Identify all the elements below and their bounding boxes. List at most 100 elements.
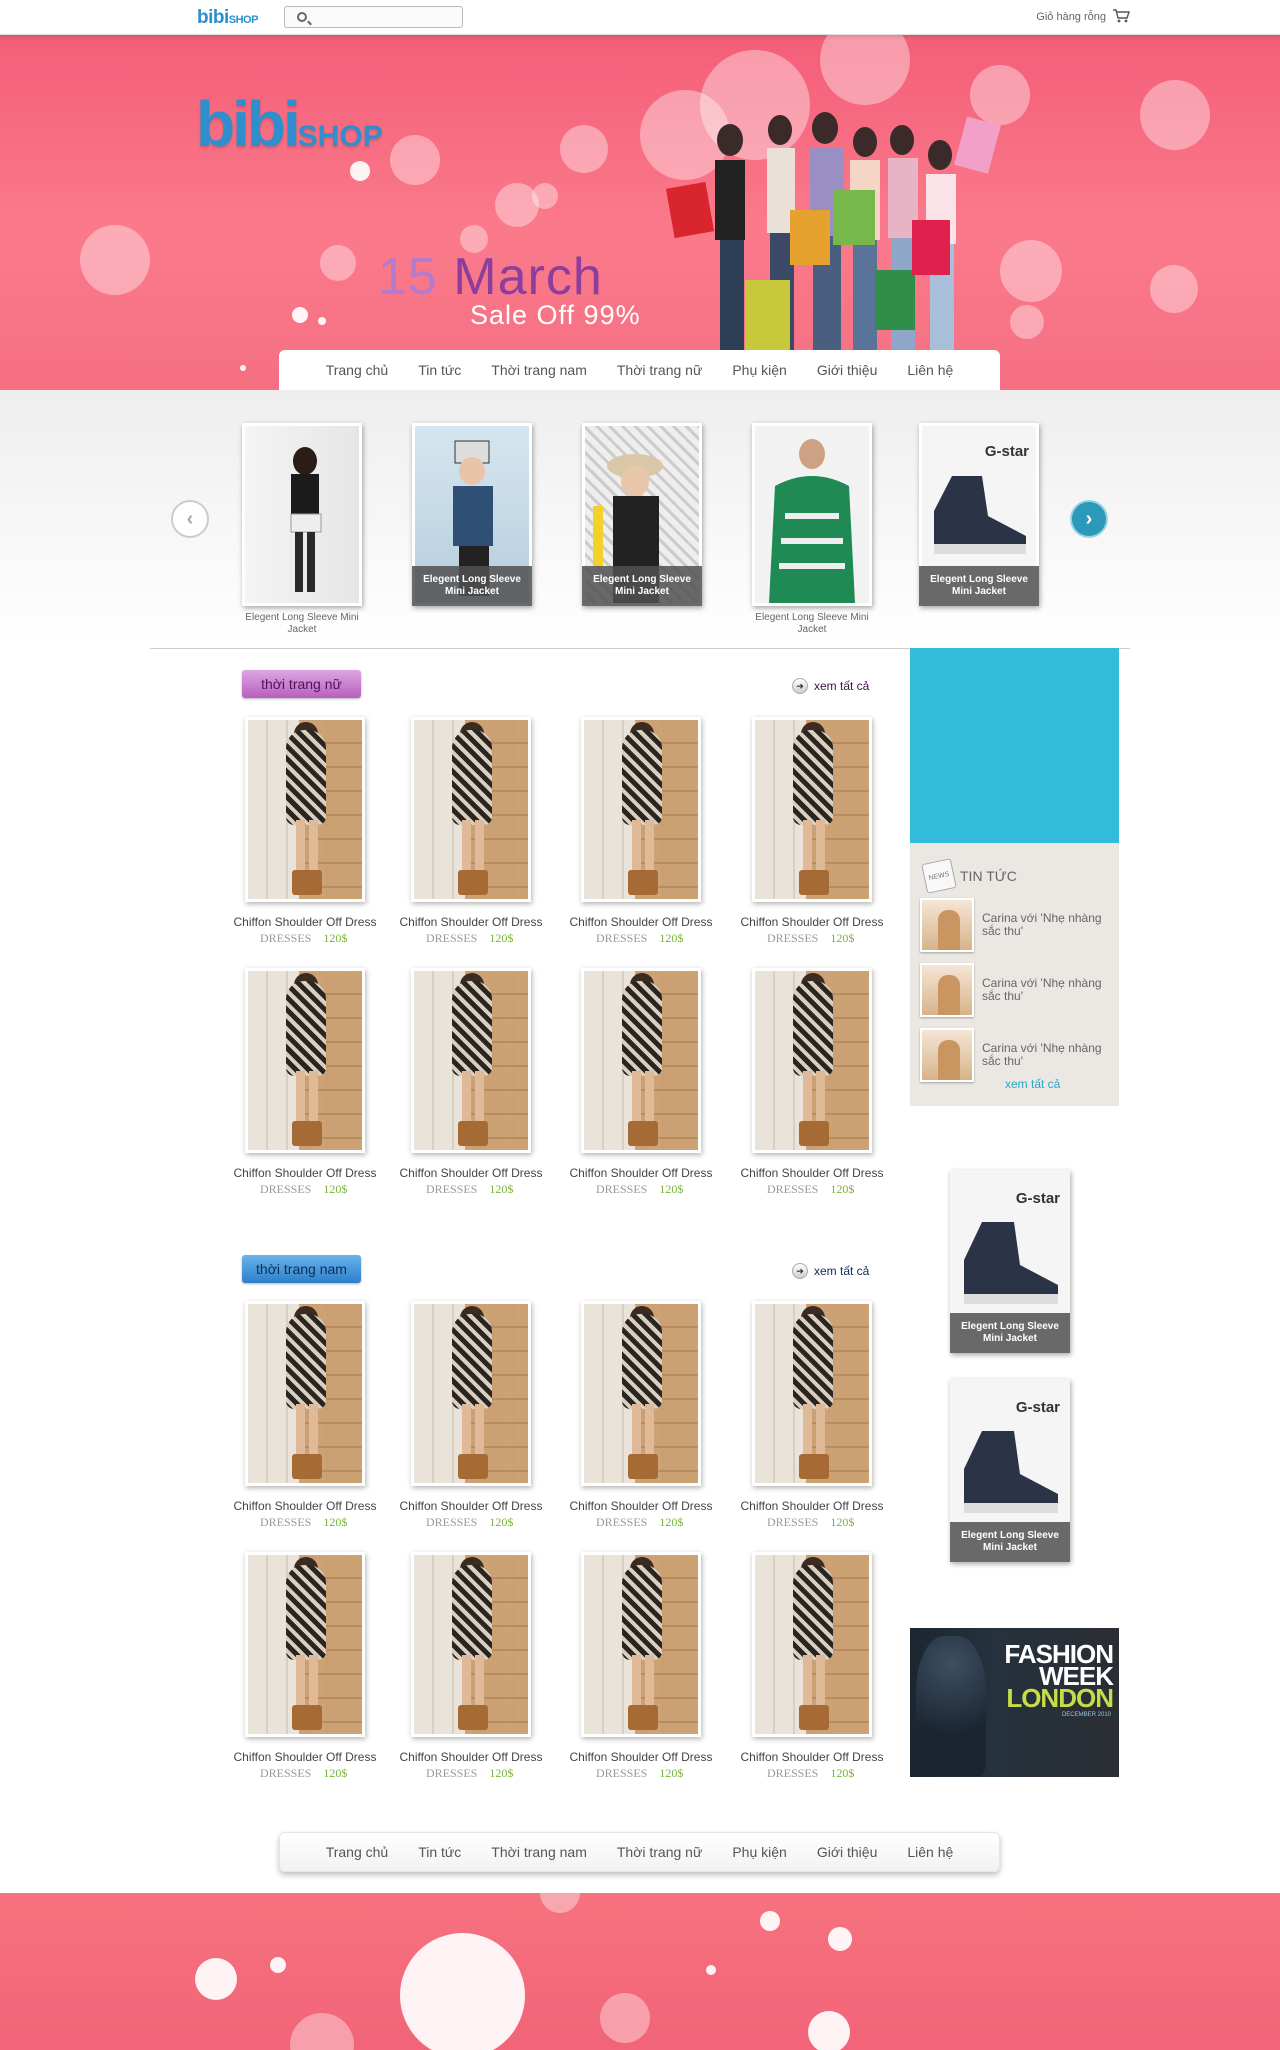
product-title[interactable]: Chiffon Shoulder Off Dress: [220, 915, 390, 929]
product-title[interactable]: Chiffon Shoulder Off Dress: [386, 1166, 556, 1180]
product-image[interactable]: [411, 968, 531, 1153]
sidebar-product[interactable]: G-star Elegent Long Sleeve Mini Jacket: [950, 1379, 1070, 1562]
nav-item-news[interactable]: Tin tức: [403, 362, 476, 378]
carousel-slide-caption: Elegent Long Sleeve Mini Jacket: [755, 612, 869, 635]
product-title[interactable]: Chiffon Shoulder Off Dress: [556, 1166, 726, 1180]
product-title[interactable]: Chiffon Shoulder Off Dress: [220, 1166, 390, 1180]
product-title[interactable]: Chiffon Shoulder Off Dress: [386, 1750, 556, 1764]
nav-item-accessories[interactable]: Phụ kiện: [717, 1844, 801, 1860]
product-image[interactable]: [245, 968, 365, 1153]
carousel-slide[interactable]: [752, 423, 872, 606]
model-photo: [916, 1636, 986, 1776]
news-item[interactable]: Carina với 'Nhẹ nhàng sắc thu': [920, 1028, 1107, 1082]
product-title[interactable]: Chiffon Shoulder Off Dress: [220, 1750, 390, 1764]
carousel-prev-button[interactable]: ‹: [171, 500, 209, 538]
women-section-title[interactable]: thời trang nữ: [242, 670, 361, 698]
top-bar: bibiSHOP Giỏ hàng rỗng: [0, 0, 1280, 35]
header-logo[interactable]: bibiSHOP: [197, 7, 258, 29]
product-image[interactable]: [581, 1552, 701, 1737]
product-image[interactable]: [411, 717, 531, 902]
men-section-title[interactable]: thời trang nam: [242, 1255, 361, 1283]
nav-item-women[interactable]: Thời trang nữ: [602, 362, 717, 378]
nav-item-men[interactable]: Thời trang nam: [476, 1844, 602, 1860]
product-price: 120$: [830, 1515, 855, 1529]
product-category: DRESSES: [767, 1182, 819, 1196]
product-price: 120$: [830, 1766, 855, 1780]
product-title[interactable]: Chiffon Shoulder Off Dress: [727, 1750, 897, 1764]
nav-item-men[interactable]: Thời trang nam: [476, 362, 602, 378]
sidebar-product[interactable]: G-star Elegent Long Sleeve Mini Jacket: [950, 1170, 1070, 1353]
product-carousel: ‹ › Elegent Long Sleeve Mini Jacket Eleg…: [0, 390, 1280, 648]
nav-item-about[interactable]: Giới thiệu: [802, 362, 893, 378]
product-price: 120$: [323, 931, 348, 945]
nav-item-about[interactable]: Giới thiệu: [802, 1844, 893, 1860]
news-heading: NEWS TIN TỨC: [921, 858, 1017, 894]
search-input[interactable]: [284, 6, 463, 28]
chevron-left-icon: ‹: [186, 507, 194, 530]
product-image[interactable]: [752, 1552, 872, 1737]
news-panel-edge: [910, 1100, 1119, 1110]
nav-item-home[interactable]: Trang chủ: [311, 362, 404, 378]
promo-month: March: [453, 248, 603, 306]
product-title[interactable]: Chiffon Shoulder Off Dress: [386, 1499, 556, 1513]
product-title[interactable]: Chiffon Shoulder Off Dress: [556, 915, 726, 929]
nav-item-news[interactable]: Tin tức: [403, 1844, 476, 1860]
product-image[interactable]: [752, 1301, 872, 1486]
product-title[interactable]: Chiffon Shoulder Off Dress: [556, 1750, 726, 1764]
product-price: 120$: [489, 1515, 514, 1529]
product-price: 120$: [659, 1182, 684, 1196]
product-title[interactable]: Chiffon Shoulder Off Dress: [727, 1166, 897, 1180]
product-meta: DRESSES 120$: [596, 1515, 746, 1530]
news-item[interactable]: Carina với 'Nhẹ nhàng sắc thu': [920, 963, 1107, 1017]
product-price: 120$: [489, 1766, 514, 1780]
hero-logo: bibiSHOP: [196, 87, 383, 161]
carousel-slide[interactable]: Elegent Long Sleeve Mini Jacket: [412, 423, 532, 606]
product-image[interactable]: [245, 717, 365, 902]
men-see-all-link[interactable]: ➜ xem tất cả: [792, 1263, 869, 1279]
nav-item-contact[interactable]: Liên hệ: [892, 362, 968, 378]
product-image[interactable]: [752, 968, 872, 1153]
search-icon: [297, 12, 307, 22]
product-meta: DRESSES 120$: [767, 1182, 917, 1197]
product-category: DRESSES: [260, 1182, 312, 1196]
product-price: 120$: [659, 1766, 684, 1780]
carousel-slide[interactable]: [242, 423, 362, 606]
nav-item-home[interactable]: Trang chủ: [311, 1844, 404, 1860]
product-title[interactable]: Chiffon Shoulder Off Dress: [220, 1499, 390, 1513]
carousel-slide-overlay-caption: Elegent Long Sleeve Mini Jacket: [582, 566, 702, 606]
product-image[interactable]: [245, 1552, 365, 1737]
news-item[interactable]: Carina với 'Nhẹ nhàng sắc thu': [920, 898, 1107, 952]
product-title[interactable]: Chiffon Shoulder Off Dress: [556, 1499, 726, 1513]
ad-line-3: LONDON: [1006, 1683, 1114, 1713]
carousel-slide[interactable]: G-star Elegent Long Sleeve Mini Jacket: [919, 423, 1039, 606]
nav-item-women[interactable]: Thời trang nữ: [602, 1844, 717, 1860]
product-category: DRESSES: [426, 1182, 478, 1196]
product-image[interactable]: [411, 1301, 531, 1486]
product-price: 120$: [323, 1766, 348, 1780]
nav-item-accessories[interactable]: Phụ kiện: [717, 362, 801, 378]
product-image[interactable]: [581, 717, 701, 902]
product-image[interactable]: [581, 968, 701, 1153]
news-see-all-link[interactable]: xem tất cả: [1005, 1077, 1060, 1091]
carousel-slide-overlay-caption: Elegent Long Sleeve Mini Jacket: [412, 566, 532, 606]
cart-link[interactable]: Giỏ hàng rỗng: [1036, 11, 1106, 23]
see-all-label: xem tất cả: [814, 679, 870, 693]
hero-banner: bibiSHOP 15 March Sale Off 99%: [0, 35, 1280, 390]
product-image[interactable]: [411, 1552, 531, 1737]
product-image[interactable]: [752, 717, 872, 902]
nav-item-contact[interactable]: Liên hệ: [892, 1844, 968, 1860]
women-see-all-link[interactable]: ➜ xem tất cả: [792, 678, 869, 694]
fashion-week-ad[interactable]: FASHION WEEK LONDON DECEMBER 2010: [910, 1628, 1119, 1777]
product-title[interactable]: Chiffon Shoulder Off Dress: [386, 915, 556, 929]
carousel-slide[interactable]: Elegent Long Sleeve Mini Jacket: [582, 423, 702, 606]
carousel-next-button[interactable]: ›: [1070, 500, 1108, 538]
product-category: DRESSES: [426, 1515, 478, 1529]
shopping-cart-icon[interactable]: [1112, 9, 1130, 23]
product-title[interactable]: Chiffon Shoulder Off Dress: [727, 915, 897, 929]
news-icon-label: NEWS: [928, 870, 950, 882]
product-image[interactable]: [245, 1301, 365, 1486]
product-title[interactable]: Chiffon Shoulder Off Dress: [727, 1499, 897, 1513]
sidebar-product-caption: Elegent Long Sleeve Mini Jacket: [950, 1522, 1070, 1562]
product-price: 120$: [659, 1515, 684, 1529]
product-image[interactable]: [581, 1301, 701, 1486]
